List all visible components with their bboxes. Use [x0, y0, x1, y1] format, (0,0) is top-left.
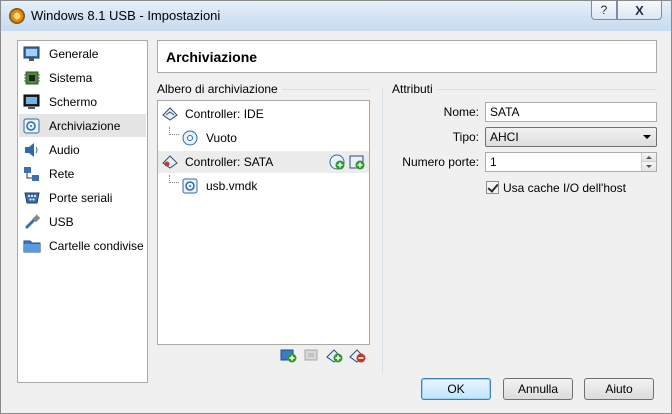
add-controller-button[interactable] — [280, 347, 298, 363]
help-button[interactable]: Aiuto — [584, 378, 654, 400]
spin-down-icon[interactable] — [642, 162, 656, 171]
hard-disk-icon — [182, 178, 198, 194]
type-label: Tipo: — [452, 130, 479, 144]
tree-item-controller-sata[interactable]: Controller: SATA — [158, 151, 369, 173]
name-field[interactable]: SATA — [485, 102, 657, 122]
sidebar-item-sistema[interactable]: Sistema — [19, 66, 146, 89]
folder-icon — [23, 238, 41, 254]
sidebar-item-label: Archiviazione — [49, 118, 121, 133]
ports-spinbox[interactable]: 1 — [485, 152, 657, 172]
add-attachment-button[interactable] — [326, 347, 344, 363]
sidebar-item-generale[interactable]: Generale — [19, 42, 146, 65]
close-icon: X — [635, 2, 644, 18]
sidebar-item-label: Schermo — [49, 94, 98, 109]
remove-controller-icon — [304, 349, 318, 361]
add-optical-drive-icon[interactable] — [329, 154, 345, 170]
sidebar-item-label: Porte seriali — [49, 190, 113, 205]
spin-up-icon[interactable] — [642, 153, 656, 162]
sidebar-item-label: Audio — [49, 142, 80, 157]
chip-icon — [23, 70, 41, 86]
tree-item-optical-drive[interactable]: Vuoto — [158, 127, 369, 149]
host-cache-label: Usa cache I/O dell'host — [503, 181, 627, 195]
title-bar: Windows 8.1 USB - Impostazioni ? X — [1, 1, 671, 31]
help-title-button[interactable]: ? — [591, 1, 617, 20]
sidebar-item-cartelle-condivise[interactable]: Cartelle condivise — [19, 234, 146, 257]
tree-item-label: usb.vmdk — [206, 179, 258, 193]
cancel-button[interactable]: Annulla — [503, 378, 573, 400]
display-icon — [23, 94, 41, 110]
close-button[interactable]: X — [617, 1, 662, 20]
sidebar-item-rete[interactable]: Rete — [19, 162, 146, 185]
ok-button[interactable]: OK — [421, 378, 491, 400]
sidebar-item-label: Cartelle condivise — [49, 238, 144, 253]
serial-port-icon — [23, 190, 41, 206]
sidebar-item-usb[interactable]: USB — [19, 210, 146, 233]
host-cache-checkbox[interactable] — [486, 181, 499, 194]
type-select[interactable]: AHCI — [485, 127, 657, 147]
page-header: Archiviazione — [157, 40, 657, 73]
tree-item-controller-ide[interactable]: Controller: IDE — [158, 103, 369, 125]
optical-disc-icon — [182, 130, 198, 146]
tree-item-label: Vuoto — [206, 131, 237, 145]
tree-item-label: Controller: IDE — [185, 107, 264, 121]
name-label: Nome: — [443, 105, 479, 119]
ide-controller-icon — [162, 106, 178, 122]
sidebar-item-archiviazione[interactable]: Archiviazione — [19, 114, 146, 137]
sidebar-item-label: USB — [49, 214, 74, 229]
ports-value: 1 — [490, 155, 497, 169]
settings-dialog: Windows 8.1 USB - Impostazioni ? X Gener… — [0, 0, 672, 414]
storage-tree: Controller: IDE Vuoto Controller: SATA u… — [157, 100, 370, 345]
remove-attachment-button[interactable] — [349, 347, 367, 363]
tree-item-label: Controller: SATA — [185, 155, 274, 169]
usb-icon — [23, 213, 41, 230]
storage-tree-group-label: Albero di archiviazione — [157, 82, 282, 96]
window-title: Windows 8.1 USB - Impostazioni — [31, 8, 221, 23]
network-icon — [23, 166, 41, 182]
page-title: Archiviazione — [166, 49, 258, 65]
attributes-group-label: Attributi — [392, 82, 437, 96]
sidebar-item-label: Sistema — [49, 70, 93, 85]
sidebar-item-label: Generale — [49, 46, 99, 61]
remove-controller-button[interactable] — [303, 347, 321, 363]
ports-stepper — [641, 153, 656, 171]
sidebar-item-schermo[interactable]: Schermo — [19, 90, 146, 113]
add-attachment-icon — [326, 349, 343, 363]
storage-icon — [23, 118, 41, 134]
chevron-down-icon — [643, 135, 651, 139]
remove-attachment-icon — [349, 349, 366, 363]
settings-sidebar: Generale Sistema Schermo Archiviazione A… — [17, 40, 148, 383]
sidebar-item-audio[interactable]: Audio — [19, 138, 146, 161]
virtualbox-icon — [9, 8, 25, 24]
tree-item-hard-disk[interactable]: usb.vmdk — [158, 175, 369, 197]
speaker-icon — [23, 142, 41, 158]
add-hard-disk-icon[interactable] — [349, 154, 365, 170]
type-select-value: AHCI — [490, 130, 519, 144]
panel-separator — [382, 87, 383, 373]
ports-label: Numero porte: — [402, 155, 479, 169]
sata-controller-icon — [162, 154, 178, 170]
add-controller-icon — [280, 349, 297, 363]
sidebar-item-porte-seriali[interactable]: Porte seriali — [19, 186, 146, 209]
sidebar-item-label: Rete — [49, 166, 75, 181]
monitor-icon — [23, 46, 41, 62]
